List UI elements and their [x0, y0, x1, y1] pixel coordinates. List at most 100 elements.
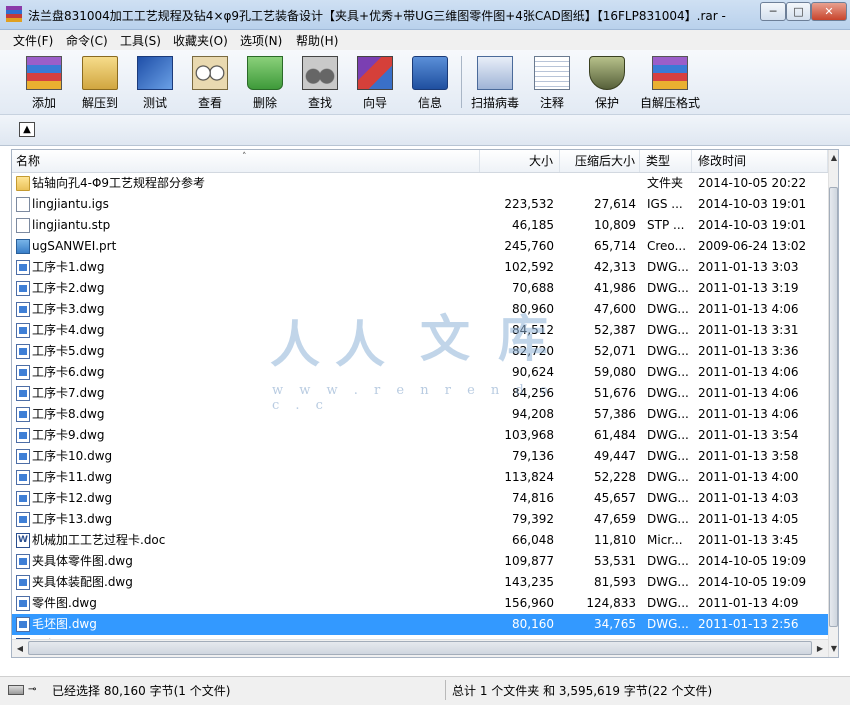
maximize-button[interactable]: □: [786, 2, 811, 21]
protect-button[interactable]: 保护: [577, 52, 637, 112]
status-separator: [445, 680, 446, 700]
wizard-button[interactable]: 向导: [345, 52, 405, 112]
file-row[interactable]: 工序卡10.dwg 79,136 49,447 DWG... 2011-01-13 3:…: [12, 446, 828, 467]
status-selection: 已经选择 80,160 字节(1 个文件): [52, 684, 231, 698]
file-size: 74,816: [512, 491, 554, 505]
header-packed[interactable]: 压缩后大小: [560, 150, 640, 172]
file-row[interactable]: 工序卡6.dwg 90,624 59,080 DWG... 2011-01-13 4:0…: [12, 362, 828, 383]
file-modified: 2011-01-13 3:45: [698, 533, 799, 547]
view-button-label: 查看: [197, 96, 222, 110]
extract-to-button[interactable]: 解压到: [70, 52, 130, 112]
sfx-button[interactable]: 自解压格式: [640, 52, 700, 112]
file-row[interactable]: 钻轴向孔4-Φ9工艺规程部分参考 文件夹 2014-10-05 20:22: [12, 173, 828, 194]
test-button[interactable]: 测试: [125, 52, 185, 112]
file-type: DWG...: [647, 596, 689, 610]
file-packed-size: 51,676: [594, 386, 636, 400]
menu-file[interactable]: 文件(F): [13, 32, 53, 49]
header-modified[interactable]: 修改时间: [692, 150, 828, 172]
file-modified: 2011-01-13 4:09: [698, 596, 799, 610]
menu-options[interactable]: 选项(N): [240, 32, 282, 49]
file-type: DWG...: [647, 344, 689, 358]
file-row[interactable]: 工序卡5.dwg 82,720 52,071 DWG... 2011-01-13 3:3…: [12, 341, 828, 362]
file-size: 102,592: [504, 260, 554, 274]
file-row[interactable]: lingjiantu.stp 46,185 10,809 STP ... 2014-10…: [12, 215, 828, 236]
file-name: 夹具体装配图.dwg: [32, 575, 133, 589]
horizontal-scrollbar[interactable]: ◀ ▶: [12, 639, 828, 657]
delete-button[interactable]: 删除: [235, 52, 295, 112]
file-type: DWG...: [647, 449, 689, 463]
vertical-scrollbar[interactable]: ▲ ▼: [828, 150, 838, 657]
file-packed-size: [558, 173, 636, 194]
file-row[interactable]: 工序卡4.dwg 84,512 52,387 DWG... 2011-01-13 3:3…: [12, 320, 828, 341]
dwg-file-icon: [16, 617, 30, 632]
dwg-file-icon: [16, 449, 30, 464]
file-row[interactable]: 工序卡12.dwg 74,816 45,657 DWG... 2011-01-13 4:…: [12, 488, 828, 509]
menu-tools[interactable]: 工具(S): [120, 32, 161, 49]
file-packed-size: 47,600: [594, 302, 636, 316]
winrar-app-icon[interactable]: [6, 6, 22, 22]
file-packed-size: 49,447: [594, 449, 636, 463]
menu-favorites[interactable]: 收藏夹(O): [173, 32, 228, 49]
file-name: 工序卡9.dwg: [32, 428, 105, 442]
file-modified: 2011-01-13 3:03: [698, 260, 799, 274]
file-row[interactable]: 工序卡13.dwg 79,392 47,659 DWG... 2011-01-13 4:…: [12, 509, 828, 530]
file-row[interactable]: lingjiantu.igs 223,532 27,614 IGS ... 2014-1…: [12, 194, 828, 215]
file-row[interactable]: 毛坯图.dwg 80,160 34,765 DWG... 2011-01-13 2:56: [12, 614, 828, 635]
file-modified: 2011-01-13 4:06: [698, 302, 799, 316]
virus-scan-button-label: 扫描病毒: [470, 96, 519, 110]
scroll-up-icon[interactable]: ▲: [829, 150, 838, 166]
file-row[interactable]: 工序卡3.dwg 80,960 47,600 DWG... 2011-01-13 4:0…: [12, 299, 828, 320]
file-packed-size: 34,765: [594, 617, 636, 631]
menu-help[interactable]: 帮助(H): [296, 32, 338, 49]
file-name: 工序卡10.dwg: [32, 449, 113, 463]
file-row[interactable]: 机械加工工艺过程卡.doc 66,048 11,810 Micr... 2011-01-…: [12, 530, 828, 551]
column-header: 名称 ˄ 大小 压缩后大小 类型 修改时间: [12, 150, 828, 173]
scroll-down-icon[interactable]: ▼: [829, 641, 838, 657]
drive-icon[interactable]: [8, 685, 24, 695]
file-size: 109,877: [504, 554, 554, 568]
file-name: 夹具体零件图.dwg: [32, 554, 133, 568]
file-row[interactable]: ugSANWEI.prt 245,760 65,714 Creo... 2009-06-…: [12, 236, 828, 257]
file-row[interactable]: 夹具体零件图.dwg 109,877 53,531 DWG... 2014-10-05 …: [12, 551, 828, 572]
up-folder-button[interactable]: ▲: [19, 122, 35, 137]
file-row[interactable]: 工序卡9.dwg 103,968 61,484 DWG... 2011-01-13 3:…: [12, 425, 828, 446]
file-file-icon: [16, 197, 30, 212]
minimize-button[interactable]: ─: [760, 2, 786, 21]
horizontal-scroll-thumb[interactable]: [28, 641, 812, 655]
file-packed-size: 59,080: [594, 365, 636, 379]
info-button[interactable]: 信息: [400, 52, 460, 112]
file-row[interactable]: 工序卡2.dwg 70,688 41,986 DWG... 2011-01-13 3:1…: [12, 278, 828, 299]
file-name: 钻轴向孔4-Φ9工艺规程部分参考: [32, 176, 206, 190]
file-list[interactable]: 名称 ˄ 大小 压缩后大小 类型 修改时间 钻轴向孔4-Φ9工艺规程部分参考 文件…: [11, 149, 839, 658]
file-row[interactable]: 工序卡8.dwg 94,208 57,386 DWG... 2011-01-13 4:0…: [12, 404, 828, 425]
file-modified: 2014-10-03 19:01: [698, 218, 807, 232]
dwg-file-icon: [16, 302, 30, 317]
file-name: lingjiantu.stp: [32, 218, 111, 232]
close-button[interactable]: ✕: [811, 2, 847, 21]
add-button[interactable]: 添加: [14, 52, 74, 112]
file-type: DWG...: [647, 554, 689, 568]
file-row[interactable]: 夹具体装配图.dwg 143,235 81,593 DWG... 2014-10-05 …: [12, 572, 828, 593]
header-size[interactable]: 大小: [480, 150, 560, 172]
scroll-right-icon[interactable]: ▶: [812, 640, 828, 657]
file-file-icon: [16, 218, 30, 233]
vertical-scroll-thumb[interactable]: [829, 187, 838, 627]
comment-button[interactable]: 注释: [522, 52, 582, 112]
file-packed-size: 10,809: [594, 218, 636, 232]
menu-commands[interactable]: 命令(C): [66, 32, 108, 49]
key-icon[interactable]: ⊸: [28, 685, 44, 695]
file-row[interactable]: 工序卡11.dwg 113,824 52,228 DWG... 2011-01-13 4…: [12, 467, 828, 488]
dwg-file-icon: [16, 386, 30, 401]
file-row[interactable]: 零件图.dwg 156,960 124,833 DWG... 2011-01-13 4:…: [12, 593, 828, 614]
file-row[interactable]: 工序卡1.dwg 102,592 42,313 DWG... 2011-01-13 3:…: [12, 257, 828, 278]
file-modified: 2009-06-24 13:02: [698, 239, 807, 253]
virus-scan-button[interactable]: 扫描病毒: [465, 52, 525, 112]
file-row[interactable]: 工序卡7.dwg 84,256 51,676 DWG... 2011-01-13 4:0…: [12, 383, 828, 404]
title-bar[interactable]: 法兰盘831004加工工艺规程及钻4×φ9孔工艺装备设计【夹具+优秀+带UG三维…: [0, 0, 850, 30]
header-type[interactable]: 类型: [640, 150, 692, 172]
header-name[interactable]: 名称 ˄: [12, 150, 480, 172]
find-button[interactable]: 查找: [290, 52, 350, 112]
view-button[interactable]: 查看: [180, 52, 240, 112]
file-modified: 2014-10-05 19:09: [698, 554, 807, 568]
scroll-left-icon[interactable]: ◀: [12, 640, 28, 657]
